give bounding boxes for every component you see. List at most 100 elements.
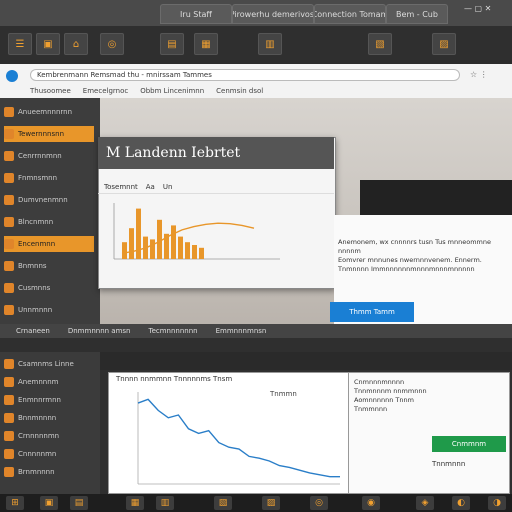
settings-icon[interactable]: ▨ [432,33,456,55]
sidebar-item[interactable]: Cenrrnnmnn [4,148,94,164]
bottom-sidebar-item[interactable]: Enmnnrmnn [4,392,94,408]
bottom-sidebar-item[interactable]: Crnnnnnmn [4,428,94,444]
sidebar-item-icon [4,261,14,271]
bottom-sidebar-item[interactable]: Anemnnnm [4,374,94,390]
sidebar-item[interactable]: Blncnmnn [4,214,94,230]
sidebar-item-icon [4,107,14,117]
sidebar-item-label: Unnmnnn [18,306,53,314]
bottom-panel-line-1: Cnmnnnmnnnn [354,378,405,386]
taskbar-app-2[interactable]: ▤ [70,496,88,510]
tab-1[interactable]: Iru Staff [160,4,232,24]
browser-actions[interactable]: ☆ ⋮ [470,70,500,82]
taskbar-app-1[interactable]: ▣ [40,496,58,510]
menu-icon[interactable]: ☰ [8,33,32,55]
chart1-bar [171,225,176,259]
target-icon[interactable]: ◎ [100,33,124,55]
chart1-bar [150,239,155,259]
taskbar-app-10[interactable]: ◐ [452,496,470,510]
bottom-sidebar-item-icon [4,431,14,441]
taskbar-app-4[interactable]: ▥ [156,496,174,510]
taskbar-app-7[interactable]: ◎ [310,496,328,510]
browser-icon[interactable] [6,70,18,82]
tab-2[interactable]: Pirowerhu demerivosi [232,4,314,24]
bottom-sidebar-item-label: Anemnnnm [18,378,59,386]
bottom-bar-item-2[interactable]: Dnmmnnnn amsn [68,327,131,335]
tab-4[interactable]: Bem - Cub [386,4,448,24]
bottom-sidebar-item-icon [4,413,14,423]
sidebar-item-label: Blncnmnn [18,218,54,226]
layout-icon[interactable]: ▧ [368,33,392,55]
bottom-chart: Tnmmn [137,390,340,485]
bottom-sidebar-item-icon [4,359,14,369]
bookmark-1[interactable]: Thusoomee [30,87,71,95]
info-panel-button[interactable]: Thmm Tamm [330,302,414,322]
bottom-panel-link[interactable]: Tnnmnnn [432,460,506,468]
bottom-panel-text: Cnmnnnmnnnn Tnnmnnnm nnmmnnn Aomnnnnnn T… [354,378,504,414]
overlay-chart [113,203,280,260]
bottom-panel-line-2: Tnnmnnnm nnmmnnn [354,387,427,395]
sidebar-item-icon [4,129,14,139]
bottom-sidebar-item-label: Bnnmnnnn [18,414,57,422]
bottom-bar-item-4[interactable]: Emmnnnmnsn [216,327,267,335]
list-icon[interactable]: ▤ [160,33,184,55]
bookmark-2[interactable]: Emecelgrnoc [83,87,128,95]
chart2-line [137,398,340,478]
taskbar-app-9[interactable]: ◈ [416,496,434,510]
bottom-bar: Crnaneen Dnmmnnnn amsn Tecmnnnnnnn Emmnn… [0,324,512,338]
bottom-sidebar-item[interactable]: Bnnmnnnn [4,410,94,426]
window-controls[interactable]: — ▢ ✕ [464,4,504,16]
start-icon[interactable]: ⊞ [6,496,24,510]
sidebar-item[interactable]: Encenmnn [4,236,94,252]
bookmarks-bar: Thusoomee Emecelgrnoc Obbm Lincenimnn Ce… [0,84,512,98]
sidebar-item-icon [4,239,14,249]
overlay-tool-1[interactable]: Tosemnnt [104,183,138,191]
overlay-tool-2[interactable]: Aa [146,183,155,191]
sidebar-item[interactable]: Cusmnns [4,280,94,296]
bookmark-4[interactable]: Cenmsin dsol [216,87,263,95]
chart1-bar [122,242,127,259]
sidebar-item[interactable]: Anueemnnnrnn [4,104,94,120]
grid-icon[interactable]: ▦ [194,33,218,55]
home-icon[interactable]: ⌂ [64,33,88,55]
sidebar-item-label: Fnmnsmnn [18,174,58,182]
panel-icon[interactable]: ▥ [258,33,282,55]
overlay-tool-3[interactable]: Un [163,183,173,191]
bottom-sidebar-item-icon [4,377,14,387]
bottom-sidebar-item-icon [4,395,14,405]
bottom-sidebar-item[interactable]: Brnmnnnn [4,464,94,480]
info-line-2: Eomvrer mnnunes nwernnnvenem. Ennerm. [338,256,482,264]
sidebar-item-icon [4,283,14,293]
sidebar-item-label: Bnmnns [18,262,47,270]
sidebar-item[interactable]: Dumvnenmnn [4,192,94,208]
bottom-sidebar-item[interactable]: Cnnnnnmn [4,446,94,462]
taskbar-app-6[interactable]: ▨ [262,496,280,510]
bottom-panel-line-3: Aomnnnnnn Tnnm [354,396,414,404]
overlay-toolbar: Tosemnnt Aa Un [98,180,334,194]
bottom-panel-button[interactable]: Cnmmnm [432,436,506,452]
bottom-sidebar-item-label: Csamnms Linne [18,360,74,368]
taskbar-app-11[interactable]: ◑ [488,496,506,510]
bottom-bar-item-1[interactable]: Crnaneen [16,327,50,335]
bookmark-3[interactable]: Obbm Lincenimnn [140,87,204,95]
sidebar-item-icon [4,173,14,183]
info-panel-text: Anemonem, wx cnnnnrs tusn Tus mnneommne … [338,238,508,274]
sidebar-item[interactable]: Bnmnns [4,258,94,274]
tab-3[interactable]: Connection Tomam [314,4,386,24]
bottom-panel-line-4: Tnmmnnn [354,405,388,413]
bottom-sidebar-item-icon [4,449,14,459]
bottom-bar-item-3[interactable]: Tecmnnnnnnn [149,327,198,335]
bottom-chart-header: Tnnnn nnmmnn Tnnnnnms Tnsm [116,375,233,383]
sidebar-item[interactable]: Tewernnnsnn [4,126,94,142]
window-icon[interactable]: ▣ [36,33,60,55]
sidebar-item-icon [4,305,14,315]
sidebar-item[interactable]: Unnmnnn [4,302,94,318]
taskbar-app-8[interactable]: ◉ [362,496,380,510]
chart1-bar [157,219,162,259]
address-bar[interactable]: Kembrenmann Remsmad thu - mnirssam Tamme… [30,69,460,81]
bottom-sidebar-item[interactable]: Csamnms Linne [4,356,94,372]
taskbar-app-5[interactable]: ▧ [214,496,232,510]
sidebar-item-label: Cusmnns [18,284,51,292]
taskbar-app-3[interactable]: ▦ [126,496,144,510]
sidebar-item[interactable]: Fnmnsmnn [4,170,94,186]
info-line-3: Tnmnnnn Immnnnnnnmnnnmnnnmnnnnn [338,265,475,273]
